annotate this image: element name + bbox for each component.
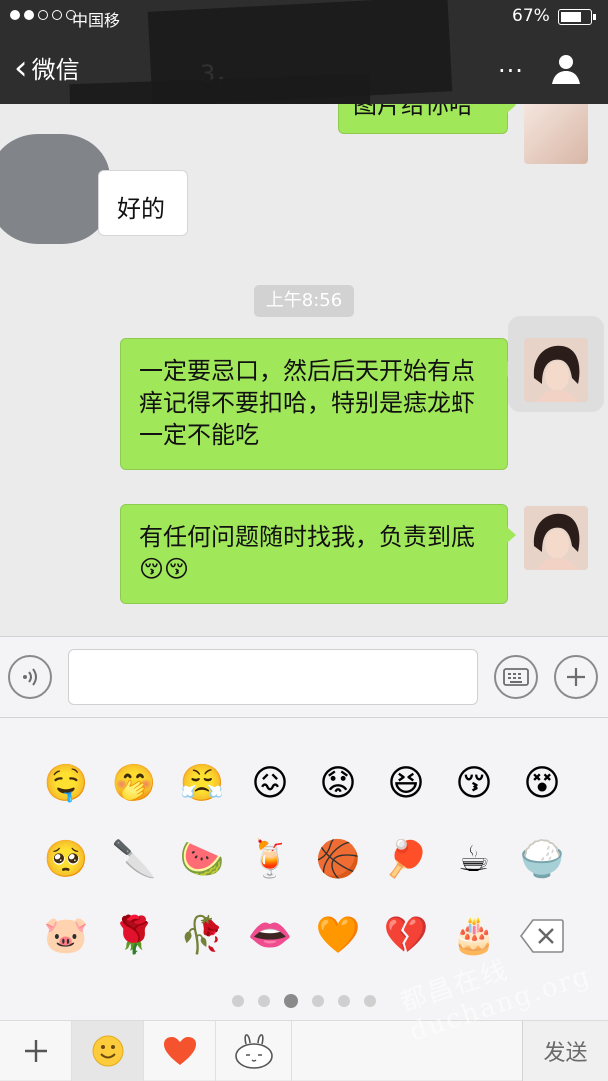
- portrait-icon: [524, 506, 588, 570]
- message-text: 图片给你哈: [353, 104, 473, 119]
- emoji-item[interactable]: 🤤: [32, 758, 100, 810]
- battery-icon: [558, 9, 596, 25]
- emoji-item[interactable]: 😵: [508, 758, 576, 810]
- emoji-item[interactable]: 🎂: [440, 910, 508, 962]
- carrier-name: 中国移: [72, 11, 121, 30]
- emoji-item[interactable]: 😖: [236, 758, 304, 810]
- keyboard-button[interactable]: [494, 655, 538, 699]
- my-avatar[interactable]: [524, 104, 588, 164]
- emoji-tab[interactable]: [72, 1021, 144, 1081]
- delete-icon[interactable]: [508, 910, 576, 962]
- sticker-pack-tab[interactable]: [216, 1021, 292, 1081]
- page-dot[interactable]: [232, 995, 244, 1007]
- add-sticker-tab[interactable]: [0, 1021, 72, 1081]
- keyboard-icon: [503, 668, 529, 686]
- message-text: 好的: [117, 195, 165, 223]
- emoji-item[interactable]: 😚: [440, 758, 508, 810]
- back-label: 微信: [31, 56, 80, 84]
- emoji-item[interactable]: 😆: [372, 758, 440, 810]
- voice-icon: [23, 668, 37, 686]
- emoji-item[interactable]: 🍉: [168, 834, 236, 886]
- message-text: 有任何问题随时找我，负责到底😚😚: [139, 523, 475, 583]
- emoji-item[interactable]: 😤: [168, 758, 236, 810]
- emoji-item[interactable]: 👄: [236, 910, 304, 962]
- emoji-grid: 🤤 🤭 😤 😖 😟 😆 😚 😵 🥺 🔪 🍉 🍹 🏀 🏓 ☕ 🍚 🐷 🌹 🥀 👄 🧡 💔 🎂: [32, 758, 592, 986]
- emoji-item[interactable]: 🍚: [508, 834, 576, 886]
- message-bubble-outgoing[interactable]: 有任何问题随时找我，负责到底😚😚: [120, 504, 516, 604]
- emoji-item[interactable]: 🏀: [304, 834, 372, 886]
- my-avatar[interactable]: [524, 506, 588, 570]
- emoji-item[interactable]: 💔: [372, 910, 440, 962]
- message-bubble-outgoing[interactable]: 图片给你哈: [338, 104, 516, 134]
- back-button[interactable]: ‹ 微信: [14, 50, 80, 85]
- emoji-tab-bar: 发送: [0, 1020, 608, 1081]
- favorites-tab[interactable]: [144, 1021, 216, 1081]
- emoji-item[interactable]: 🐷: [32, 910, 100, 962]
- emoji-item[interactable]: 🏓: [372, 834, 440, 886]
- emoji-row: 🤤 🤭 😤 😖 😟 😆 😚 😵: [32, 758, 592, 834]
- emoji-item[interactable]: 🔪: [100, 834, 168, 886]
- message-input[interactable]: [68, 649, 478, 705]
- plus-icon: [567, 668, 585, 686]
- page-dot[interactable]: [312, 995, 324, 1007]
- more-indicator: ...: [498, 50, 524, 78]
- emoji-item[interactable]: 🌹: [100, 910, 168, 962]
- emoji-item[interactable]: ☕: [440, 834, 508, 886]
- my-avatar[interactable]: [524, 338, 588, 402]
- emoji-item[interactable]: 🍹: [236, 834, 304, 886]
- heart-icon: [163, 1037, 196, 1065]
- navigation-bar: ‹ 微信 3， ...: [0, 0, 608, 125]
- signal-strength-icon: [10, 10, 76, 20]
- plus-icon: [24, 1040, 47, 1062]
- message-bubble-outgoing[interactable]: 一定要忌口，然后后天开始有点痒记得不要扣哈，特别是痣龙虾一定不能吃: [120, 338, 516, 470]
- chat-area[interactable]: 图片给你哈 好的 上午8:56 一定要忌口，然后后天开始有点痒记得不要扣哈，特别…: [0, 104, 608, 636]
- message-bubble-incoming[interactable]: 好的: [98, 170, 188, 236]
- message-timestamp: 上午8:56: [254, 285, 354, 317]
- voice-input-button[interactable]: [8, 655, 52, 699]
- page-indicator: [232, 994, 376, 1008]
- redacted-avatar: [0, 134, 110, 244]
- battery-percentage: 67%: [512, 6, 550, 26]
- add-more-button[interactable]: [554, 655, 598, 699]
- emoji-item[interactable]: 🥀: [168, 910, 236, 962]
- emoji-item[interactable]: 🧡: [304, 910, 372, 962]
- page-dot[interactable]: [258, 995, 270, 1007]
- send-button[interactable]: 发送: [522, 1021, 608, 1081]
- page-dot[interactable]: [284, 994, 298, 1008]
- rabbit-sticker-icon: [234, 1034, 273, 1069]
- chevron-left-icon: ‹: [14, 47, 28, 88]
- page-dot[interactable]: [364, 995, 376, 1007]
- emoji-panel: 🤤 🤭 😤 😖 😟 😆 😚 😵 🥺 🔪 🍉 🍹 🏀 🏓 ☕ 🍚 🐷 🌹 🥀 👄 🧡 💔 🎂: [0, 718, 608, 1020]
- person-icon[interactable]: [548, 50, 584, 86]
- emoji-item[interactable]: 🤭: [100, 758, 168, 810]
- input-bar: [0, 636, 608, 718]
- emoji-item[interactable]: 🥺: [32, 834, 100, 886]
- smiley-icon: [92, 1035, 123, 1067]
- emoji-row: 🥺 🔪 🍉 🍹 🏀 🏓 ☕ 🍚: [32, 834, 592, 910]
- portrait-icon: [524, 338, 588, 402]
- emoji-row: 🐷 🌹 🥀 👄 🧡 💔 🎂: [32, 910, 592, 986]
- emoji-item[interactable]: 😟: [304, 758, 372, 810]
- message-text: 一定要忌口，然后后天开始有点痒记得不要扣哈，特别是痣龙虾一定不能吃: [139, 357, 475, 449]
- page-dot[interactable]: [338, 995, 350, 1007]
